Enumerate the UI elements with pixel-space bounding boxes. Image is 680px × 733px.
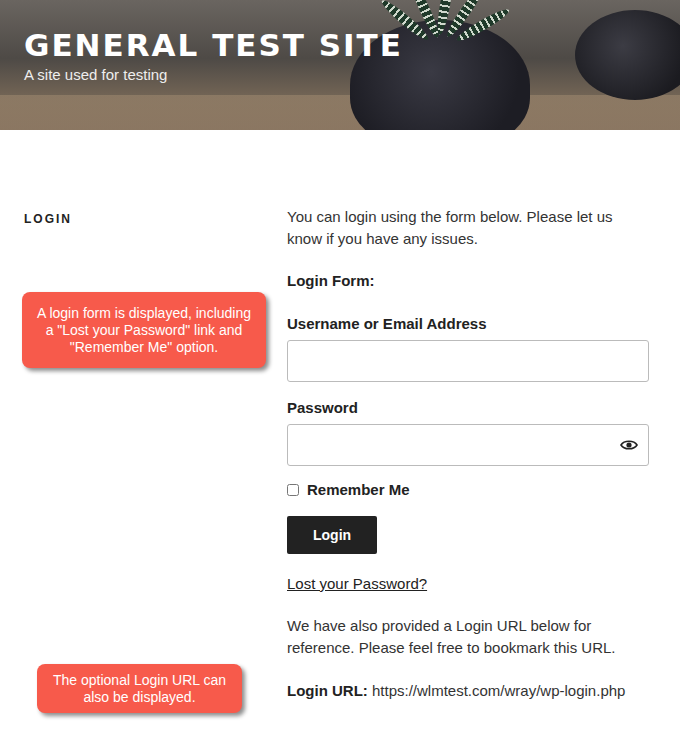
username-label: Username or Email Address <box>287 313 649 335</box>
lost-password-row: Lost your Password? <box>287 573 649 595</box>
site-header: GENERAL TEST SITE A site used for testing <box>0 0 680 130</box>
site-title[interactable]: GENERAL TEST SITE <box>24 26 656 64</box>
url-intro: We have also provided a Login URL below … <box>287 615 649 659</box>
annotation-callout: A login form is displayed, including a "… <box>22 292 266 368</box>
remember-me[interactable]: Remember Me <box>287 479 649 501</box>
branding: GENERAL TEST SITE A site used for testing <box>24 26 656 83</box>
remember-checkbox[interactable] <box>287 484 299 496</box>
login-url-row: Login URL: https://wlmtest.com/wray/wp-l… <box>287 680 649 702</box>
password-label: Password <box>287 397 649 419</box>
sidebar: LOGIN <box>24 206 287 702</box>
form-heading: Login Form: <box>287 270 649 292</box>
eye-icon[interactable] <box>620 439 638 451</box>
annotation-callout: The optional Login URL can also be displ… <box>37 664 242 713</box>
password-field[interactable] <box>287 424 649 466</box>
callout-text: A login form is displayed, including a "… <box>34 305 254 356</box>
table-surface <box>0 95 680 130</box>
login-button[interactable]: Login <box>287 516 377 554</box>
intro-text: You can login using the form below. Plea… <box>287 206 649 250</box>
username-field[interactable] <box>287 340 649 382</box>
plant-pot <box>575 10 680 100</box>
remember-label: Remember Me <box>307 479 410 501</box>
header-photo <box>0 0 680 130</box>
login-content: You can login using the form below. Plea… <box>287 206 649 702</box>
sidebar-heading: LOGIN <box>24 212 287 226</box>
username-input[interactable] <box>298 352 638 371</box>
login-url[interactable]: https://wlmtest.com/wray/wp-login.php <box>372 682 625 699</box>
site-tagline: A site used for testing <box>24 66 656 83</box>
main-content: LOGINYou can login using the form below.… <box>0 130 680 702</box>
lost-password-link[interactable]: Lost your Password? <box>287 575 427 592</box>
button-row: Login <box>287 501 649 554</box>
password-input[interactable] <box>298 436 620 455</box>
callout-text: The optional Login URL can also be displ… <box>49 672 230 706</box>
login-url-label: Login URL: <box>287 682 368 699</box>
